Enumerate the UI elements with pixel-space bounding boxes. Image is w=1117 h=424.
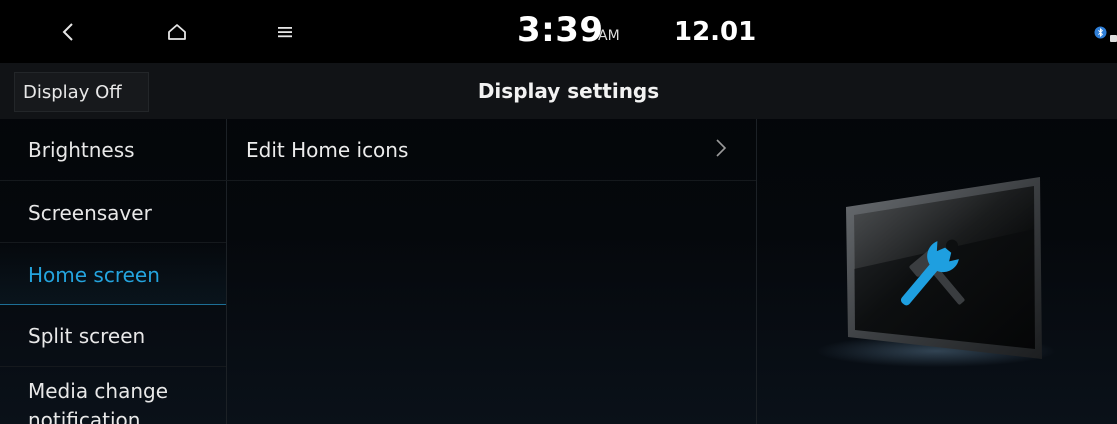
back-button[interactable] xyxy=(46,0,90,63)
menu-button[interactable] xyxy=(263,0,307,63)
bluetooth-icon xyxy=(1094,26,1107,39)
display-settings-screen: 3:39 AM 12.01 Display settings Display O… xyxy=(0,0,1117,424)
clock-ampm: AM xyxy=(598,28,620,44)
header-bar: Display settings Display Off xyxy=(0,63,1117,119)
clock-date: 12.01 xyxy=(674,17,757,47)
edit-home-icons-label: Edit Home icons xyxy=(246,138,409,162)
clock-time[interactable]: 3:39 xyxy=(517,10,604,50)
sidebar-item-home-screen[interactable]: Home screen xyxy=(0,243,226,305)
sidebar-item-media-change-notification[interactable]: Media change notification xyxy=(0,367,226,424)
sidebar-item-label: Screensaver xyxy=(28,201,152,225)
display-off-button[interactable]: Display Off xyxy=(14,72,149,112)
sidebar-item-brightness[interactable]: Brightness xyxy=(0,119,226,181)
sidebar-item-split-screen[interactable]: Split screen xyxy=(0,305,226,367)
edit-home-icons-row[interactable]: Edit Home icons xyxy=(226,119,756,181)
back-icon xyxy=(62,22,73,41)
settings-list: Edit Home icons xyxy=(226,119,757,424)
sidebar: Brightness Screensaver Home screen Split… xyxy=(0,119,227,424)
display-illustration xyxy=(756,119,1117,424)
sidebar-item-screensaver[interactable]: Screensaver xyxy=(0,181,226,243)
chevron-right-icon xyxy=(716,139,727,157)
sidebar-item-label: Media change notification xyxy=(28,379,169,424)
menu-icon xyxy=(278,26,292,37)
sidebar-item-label: Home screen xyxy=(28,263,160,287)
home-icon xyxy=(168,23,186,40)
page-title: Display settings xyxy=(477,79,660,103)
home-button[interactable] xyxy=(155,0,199,63)
sidebar-item-label: Split screen xyxy=(28,324,146,348)
display-tools-icon xyxy=(816,177,1056,367)
status-bar: 3:39 AM 12.01 xyxy=(0,0,1117,63)
sidebar-item-label: Brightness xyxy=(28,138,135,162)
battery-indicator xyxy=(1110,35,1117,42)
